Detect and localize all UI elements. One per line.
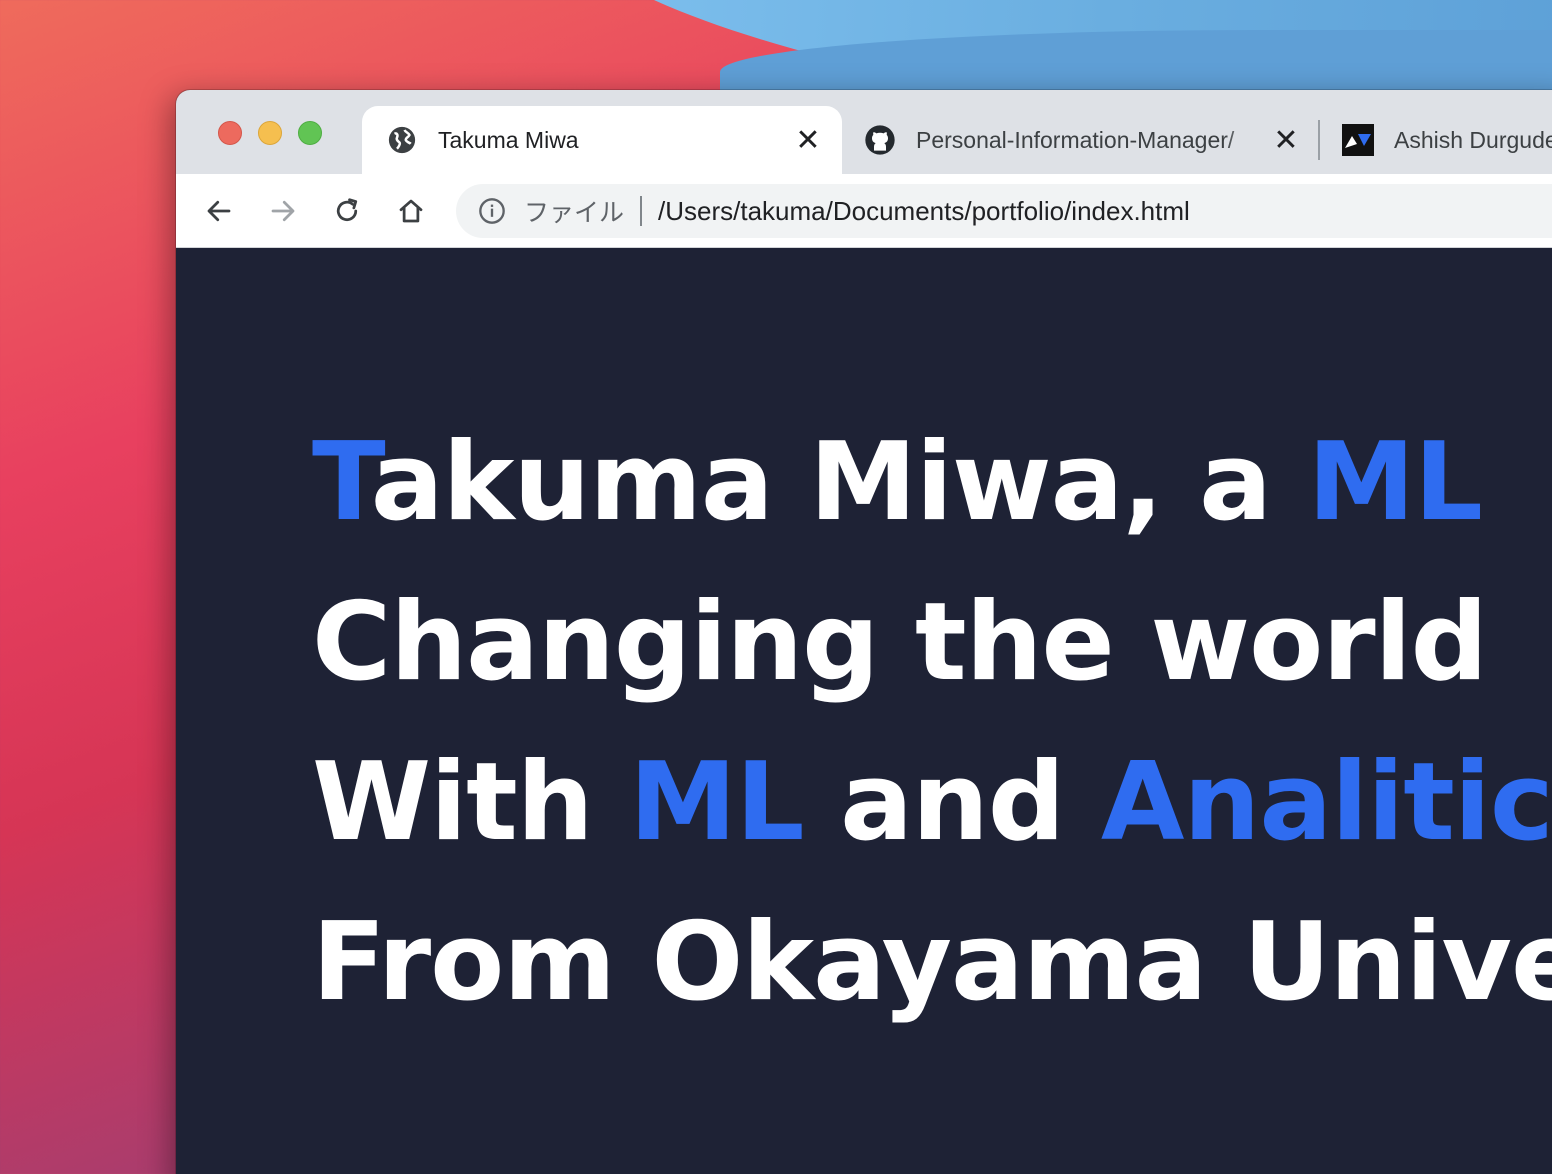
url-scheme-label: ファイル — [524, 199, 625, 227]
hero-name-text: akuma Miwa, a — [370, 420, 1308, 545]
reload-icon[interactable] — [326, 190, 368, 232]
tab-title: Takuma Miwa — [438, 126, 579, 153]
hero-line-1: Takuma Miwa, a ML — [312, 403, 1552, 563]
hero-with: With — [312, 740, 630, 865]
minimize-window-button[interactable] — [258, 121, 282, 145]
tab-github[interactable]: Personal-Information-Manager/ ✕ — [842, 106, 1320, 174]
browser-window: Takuma Miwa ✕ Personal-Information-Manag… — [176, 90, 1552, 1174]
url-divider — [640, 196, 643, 226]
hero-heading: Takuma Miwa, a ML Changing the world Wit… — [312, 403, 1552, 1043]
tab-takuma-miwa[interactable]: Takuma Miwa ✕ — [362, 106, 842, 174]
info-icon[interactable] — [476, 195, 508, 227]
close-icon[interactable]: ✕ — [1266, 120, 1306, 160]
hero-line-4: From Okayama University — [312, 900, 1552, 1025]
site-logo-icon — [1342, 124, 1374, 156]
globe-icon — [386, 124, 418, 156]
hero-line-3: With ML and Analitics — [312, 723, 1552, 883]
back-arrow-icon[interactable] — [198, 190, 240, 232]
hero-role: ML — [1307, 420, 1483, 545]
forward-arrow-icon[interactable] — [262, 190, 304, 232]
close-window-button[interactable] — [218, 121, 242, 145]
tab-title: Personal-Information-Manager/ — [916, 126, 1235, 153]
page-content: Takuma Miwa, a ML Changing the world Wit… — [176, 248, 1552, 1174]
tab-separator — [1318, 120, 1320, 160]
hero-ml: ML — [629, 740, 804, 865]
hero-and: and — [803, 740, 1101, 865]
hero-analitics: Analitics — [1100, 740, 1552, 865]
tab-title: Ashish Durgude — [1394, 126, 1552, 153]
tab-strip: Takuma Miwa ✕ Personal-Information-Manag… — [176, 90, 1552, 174]
address-bar[interactable]: ファイル /Users/takuma/Documents/portfolio/i… — [456, 184, 1552, 238]
tab-ashish-durgude[interactable]: Ashish Durgude — [1326, 106, 1552, 174]
hero-line-2: Changing the world — [312, 580, 1488, 705]
home-icon[interactable] — [390, 190, 432, 232]
close-icon[interactable]: ✕ — [788, 120, 828, 160]
hero-initial: T — [312, 420, 372, 545]
github-icon — [864, 124, 896, 156]
zoom-window-button[interactable] — [298, 121, 322, 145]
url-text[interactable]: /Users/takuma/Documents/portfolio/index.… — [658, 196, 1190, 227]
browser-toolbar: ファイル /Users/takuma/Documents/portfolio/i… — [176, 174, 1552, 248]
